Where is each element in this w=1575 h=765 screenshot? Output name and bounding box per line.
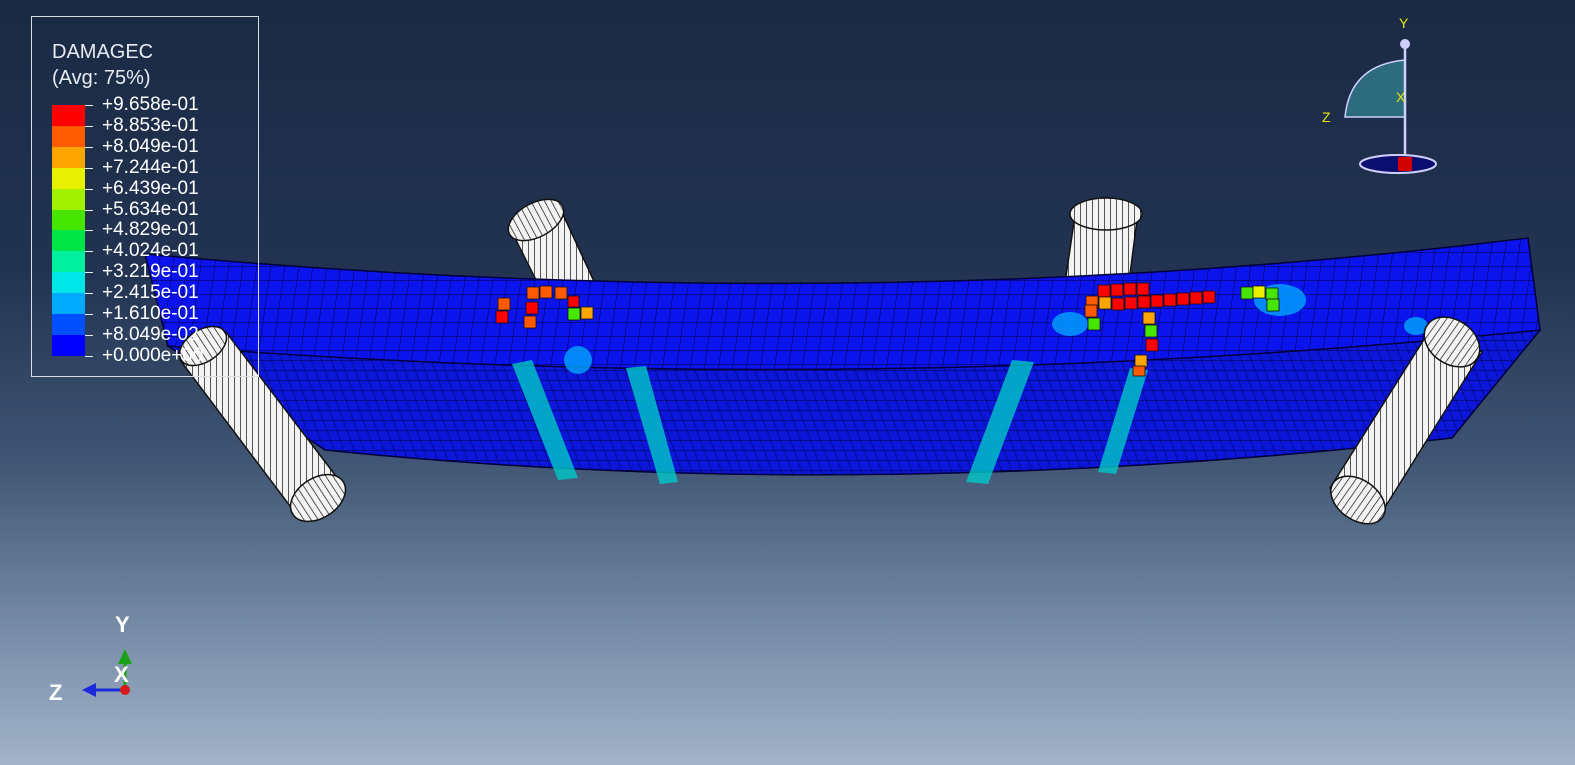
triad-x-label: X: [114, 662, 129, 687]
legend-swatch: [52, 293, 85, 315]
view-compass[interactable]: [1344, 39, 1437, 174]
legend-value-label: +0.000e+00: [102, 344, 204, 366]
legend-value-label: +6.439e-01: [102, 177, 199, 199]
legend-swatch: [52, 272, 85, 294]
legend: DAMAGEC (Avg: 75%) +9.658e-01 +8.853e-01 +…: [31, 16, 259, 377]
legend-swatch: [52, 334, 85, 356]
compass-z-label: Z: [1322, 109, 1331, 125]
legend-swatch: [52, 125, 85, 147]
legend-tick: [85, 146, 93, 148]
legend-value-label: +4.829e-01: [102, 219, 199, 241]
legend-tick: [85, 125, 93, 127]
legend-value-label: +4.024e-01: [102, 240, 199, 262]
triad-z-label: Z: [49, 680, 63, 705]
legend-value-label: +8.049e-01: [102, 135, 199, 157]
triad-y-label: Y: [115, 612, 130, 637]
legend-tick: [85, 293, 93, 295]
legend-swatch: [52, 251, 85, 273]
legend-tick: [85, 355, 93, 357]
legend-tick: [85, 272, 93, 274]
legend-swatch: [52, 314, 85, 335]
legend-tick: [85, 314, 93, 315]
legend-swatch: [52, 167, 85, 189]
legend-value-label: +9.658e-01: [102, 94, 199, 115]
legend-value-label: +8.049e-02: [102, 323, 199, 345]
legend-value-label: +7.244e-01: [102, 156, 199, 178]
legend-title: DAMAGEC: [52, 41, 154, 63]
legend-value-label: +8.853e-01: [102, 114, 199, 136]
compass-x-label: X: [1396, 89, 1406, 105]
legend-swatch: [52, 105, 85, 126]
legend-tick: [85, 230, 93, 232]
legend-tick: [85, 251, 93, 253]
legend-swatch: [52, 209, 85, 231]
legend-value-label: +1.610e-01: [102, 303, 199, 324]
legend-tick: [85, 188, 93, 190]
legend-value-label: +2.415e-01: [102, 282, 199, 304]
legend-tick: [85, 334, 93, 336]
legend-swatch: [52, 230, 85, 252]
viewport[interactable]: Y X Z Y X Z DAMAGEC (Avg: 75%) +9.658e-0…: [0, 0, 1575, 765]
legend-swatch: [52, 188, 85, 210]
legend-tick: [85, 167, 93, 169]
compass-y-label: Y: [1399, 15, 1409, 31]
legend-value-label: +5.634e-01: [102, 198, 199, 220]
legend-tick: [85, 105, 93, 106]
legend-value-label: +3.219e-01: [102, 261, 199, 283]
legend-tick: [85, 209, 93, 211]
legend-subtitle: (Avg: 75%): [52, 67, 151, 89]
legend-swatch: [52, 146, 85, 168]
